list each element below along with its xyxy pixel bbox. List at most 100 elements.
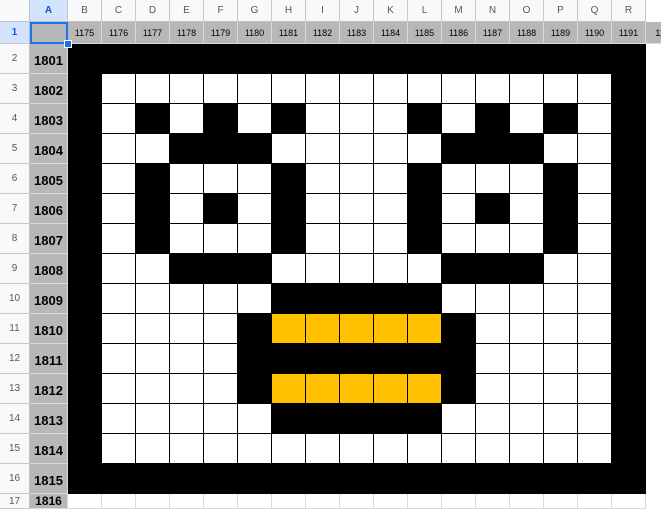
- pixel-cell[interactable]: [374, 74, 408, 104]
- pixel-cell[interactable]: [442, 44, 476, 74]
- pixel-cell[interactable]: [476, 344, 510, 374]
- pixel-cell[interactable]: [306, 104, 340, 134]
- pixel-cell[interactable]: [68, 194, 102, 224]
- pixel-cell[interactable]: [510, 44, 544, 74]
- pixel-cell[interactable]: [170, 344, 204, 374]
- empty-cell[interactable]: [544, 494, 578, 509]
- pixel-cell[interactable]: [442, 164, 476, 194]
- pixel-cell[interactable]: [442, 74, 476, 104]
- pixel-cell[interactable]: [68, 224, 102, 254]
- pixel-cell[interactable]: [272, 104, 306, 134]
- pixel-cell[interactable]: [374, 164, 408, 194]
- pixel-cell[interactable]: [204, 434, 238, 464]
- pixel-cell[interactable]: [136, 74, 170, 104]
- pixel-cell[interactable]: [170, 374, 204, 404]
- pixel-cell[interactable]: [374, 134, 408, 164]
- pixel-cell[interactable]: [442, 314, 476, 344]
- cell-a10[interactable]: 1809: [30, 284, 68, 314]
- pixel-cell[interactable]: [612, 404, 646, 434]
- pixel-cell[interactable]: [442, 344, 476, 374]
- pixel-cell[interactable]: [442, 254, 476, 284]
- pixel-cell[interactable]: [476, 44, 510, 74]
- pixel-cell[interactable]: [102, 224, 136, 254]
- pixel-cell[interactable]: [578, 164, 612, 194]
- pixel-cell[interactable]: [238, 374, 272, 404]
- pixel-cell[interactable]: [612, 74, 646, 104]
- cell-a4[interactable]: 1803: [30, 104, 68, 134]
- pixel-cell[interactable]: [476, 224, 510, 254]
- pixel-cell[interactable]: [136, 224, 170, 254]
- pixel-cell[interactable]: [510, 134, 544, 164]
- pixel-cell[interactable]: [578, 344, 612, 374]
- cell-a17[interactable]: 1816: [30, 494, 68, 509]
- row-header-17[interactable]: 17: [0, 494, 30, 509]
- pixel-cell[interactable]: [136, 284, 170, 314]
- empty-cell[interactable]: [442, 494, 476, 509]
- pixel-cell[interactable]: [68, 104, 102, 134]
- pixel-cell[interactable]: [578, 104, 612, 134]
- pixel-cell[interactable]: [170, 464, 204, 494]
- row-header-8[interactable]: 8: [0, 224, 30, 254]
- empty-cell[interactable]: [204, 494, 238, 509]
- pixel-cell[interactable]: [102, 254, 136, 284]
- pixel-cell[interactable]: [68, 74, 102, 104]
- pixel-cell[interactable]: [306, 404, 340, 434]
- pixel-cell[interactable]: [306, 134, 340, 164]
- pixel-cell[interactable]: [340, 194, 374, 224]
- pixel-cell[interactable]: [272, 134, 306, 164]
- row-header-16[interactable]: 16: [0, 464, 30, 494]
- pixel-cell[interactable]: [612, 374, 646, 404]
- pixel-cell[interactable]: [544, 164, 578, 194]
- pixel-cell[interactable]: [170, 134, 204, 164]
- cell-a9[interactable]: 1808: [30, 254, 68, 284]
- column-header-n[interactable]: N: [476, 0, 510, 22]
- pixel-cell[interactable]: [510, 254, 544, 284]
- pixel-cell[interactable]: [340, 224, 374, 254]
- cell-row1-9[interactable]: 1183: [340, 22, 374, 44]
- row-header-7[interactable]: 7: [0, 194, 30, 224]
- pixel-cell[interactable]: [612, 194, 646, 224]
- empty-cell[interactable]: [136, 494, 170, 509]
- pixel-cell[interactable]: [374, 464, 408, 494]
- pixel-cell[interactable]: [170, 224, 204, 254]
- pixel-cell[interactable]: [102, 284, 136, 314]
- pixel-cell[interactable]: [306, 344, 340, 374]
- column-header-e[interactable]: E: [170, 0, 204, 22]
- pixel-cell[interactable]: [238, 404, 272, 434]
- pixel-cell[interactable]: [204, 314, 238, 344]
- pixel-cell[interactable]: [68, 344, 102, 374]
- pixel-cell[interactable]: [340, 374, 374, 404]
- pixel-cell[interactable]: [272, 464, 306, 494]
- pixel-cell[interactable]: [510, 464, 544, 494]
- pixel-cell[interactable]: [374, 254, 408, 284]
- empty-cell[interactable]: [102, 494, 136, 509]
- row-header-10[interactable]: 10: [0, 284, 30, 314]
- pixel-cell[interactable]: [204, 344, 238, 374]
- pixel-cell[interactable]: [102, 194, 136, 224]
- pixel-cell[interactable]: [510, 194, 544, 224]
- column-header-c[interactable]: C: [102, 0, 136, 22]
- pixel-cell[interactable]: [408, 404, 442, 434]
- pixel-cell[interactable]: [340, 134, 374, 164]
- pixel-cell[interactable]: [204, 74, 238, 104]
- pixel-cell[interactable]: [306, 74, 340, 104]
- pixel-cell[interactable]: [306, 434, 340, 464]
- column-header-g[interactable]: G: [238, 0, 272, 22]
- pixel-cell[interactable]: [170, 404, 204, 434]
- pixel-cell[interactable]: [238, 44, 272, 74]
- pixel-cell[interactable]: [238, 104, 272, 134]
- pixel-cell[interactable]: [340, 464, 374, 494]
- pixel-cell[interactable]: [238, 224, 272, 254]
- pixel-cell[interactable]: [68, 314, 102, 344]
- pixel-cell[interactable]: [374, 404, 408, 434]
- pixel-cell[interactable]: [442, 134, 476, 164]
- pixel-cell[interactable]: [612, 254, 646, 284]
- pixel-cell[interactable]: [102, 404, 136, 434]
- pixel-cell[interactable]: [544, 224, 578, 254]
- pixel-cell[interactable]: [306, 254, 340, 284]
- pixel-cell[interactable]: [170, 164, 204, 194]
- cell-row1-18[interactable]: 119: [646, 22, 661, 44]
- row-header-4[interactable]: 4: [0, 104, 30, 134]
- pixel-cell[interactable]: [374, 284, 408, 314]
- cell-a14[interactable]: 1813: [30, 404, 68, 434]
